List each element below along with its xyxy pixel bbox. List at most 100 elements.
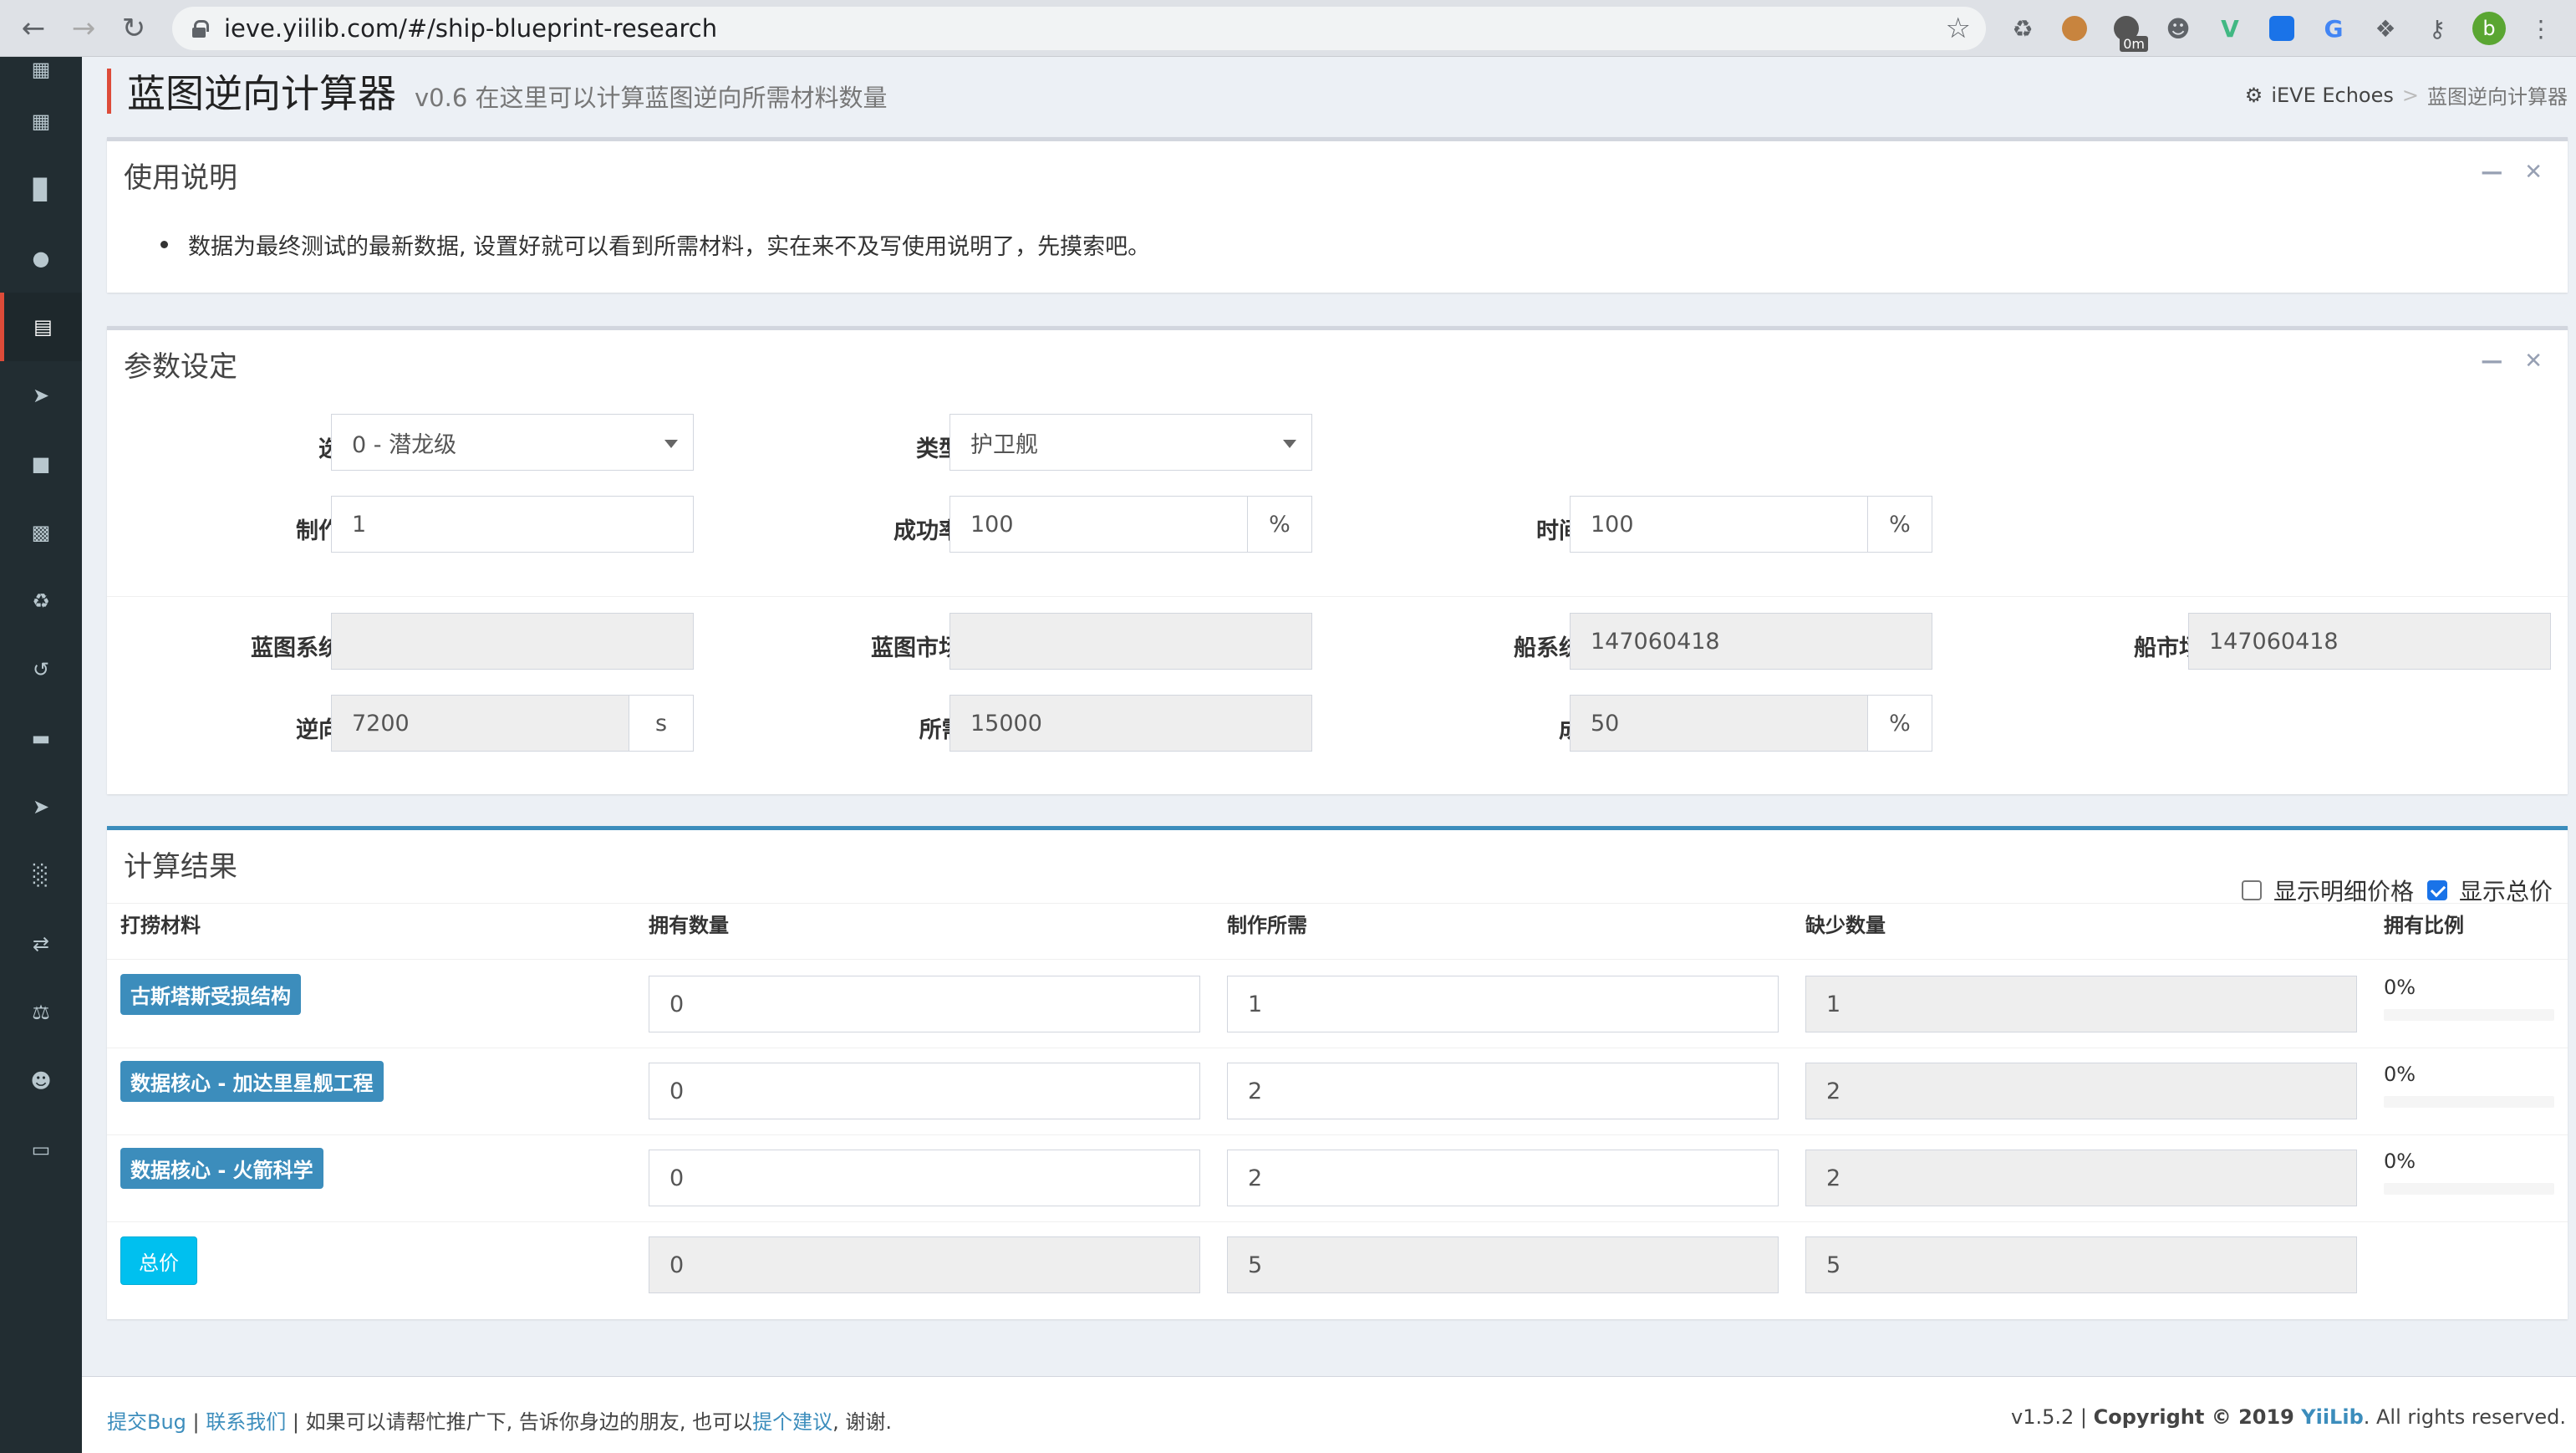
bookmark-star-icon[interactable]: ☆ — [1946, 12, 1971, 45]
show-total-price-label: 显示总价 — [2459, 878, 2553, 905]
ratio-progress-bar — [2384, 1183, 2554, 1195]
collapse-icon[interactable]: — — [2481, 160, 2502, 185]
ratio-progress-bar — [2384, 1096, 2554, 1108]
ship-select[interactable]: 0 - 潜龙级 — [331, 414, 694, 471]
show-detail-price-checkbox[interactable] — [2242, 880, 2262, 900]
submit-bug-link[interactable]: 提交Bug — [107, 1410, 186, 1434]
key-icon[interactable]: ⚷ — [2417, 8, 2457, 48]
table-icon[interactable]: ▦ — [0, 87, 82, 155]
contact-us-link[interactable]: 联系我们 — [206, 1410, 286, 1434]
puzzle-extensions-icon[interactable]: ❖ — [2365, 8, 2405, 48]
required-input[interactable]: 1 — [1227, 976, 1779, 1032]
owned-input[interactable]: 0 — [649, 1063, 1200, 1119]
cookie-extension-icon[interactable] — [2054, 8, 2095, 48]
title-accent-bar — [107, 69, 111, 114]
show-detail-price-toggle[interactable]: 显示明细价格 — [2242, 874, 2414, 907]
bar-chart-icon[interactable]: ░ — [0, 841, 82, 910]
success-rate-field: 50 — [1570, 695, 1869, 752]
table-row-divider — [107, 1221, 2568, 1222]
footer-thanks: , 谢谢. — [832, 1410, 893, 1434]
copyright-text: Copyright © 2019 — [2093, 1405, 2302, 1429]
retweet-icon[interactable]: ↺ — [0, 635, 82, 704]
show-detail-price-label: 显示明细价格 — [2273, 878, 2415, 905]
breadcrumb-separator: > — [2401, 83, 2419, 107]
recycle-extension-icon[interactable]: ♻ — [2003, 8, 2043, 48]
chevron-down-icon — [1283, 440, 1296, 448]
time-efficiency-input[interactable]: 100 — [1570, 496, 1869, 553]
plane-icon[interactable]: ➤ — [0, 772, 82, 841]
owned-input[interactable]: 0 — [649, 976, 1200, 1032]
ratio-text: 0% — [2384, 976, 2416, 999]
footer-left: 提交Bug | 联系我们 | 如果可以请帮忙推广下, 告诉你身边的朋友, 也可以… — [107, 1405, 892, 1435]
material-label: 古斯塔斯受损结构 — [120, 974, 301, 1015]
table-divider — [107, 903, 2568, 904]
browser-toolbar: ← → ↻ ieve.yiilib.com/#/ship-blueprint-r… — [0, 0, 2576, 57]
table-row-divider — [107, 1134, 2568, 1135]
total-required-field: 5 — [1227, 1236, 1779, 1293]
percent-addon: % — [1867, 496, 1932, 553]
footer: 提交Bug | 联系我们 | 如果可以请帮忙推广下, 告诉你身边的朋友, 也可以… — [82, 1376, 2576, 1453]
users-icon[interactable]: ☻ — [0, 1047, 82, 1115]
percent-addon: % — [1247, 496, 1312, 553]
breadcrumb-root[interactable]: iEVE Echoes — [2271, 84, 2394, 107]
cube-icon[interactable]: ■ — [0, 430, 82, 498]
extension-badge: 0m — [2120, 36, 2148, 52]
total-price-button[interactable]: 总价 — [120, 1236, 197, 1285]
show-total-price-toggle[interactable]: 显示总价 — [2427, 874, 2553, 907]
globe-icon[interactable]: ● — [0, 224, 82, 293]
balance-scale-icon[interactable]: ⚖ — [0, 978, 82, 1047]
owned-input[interactable]: 0 — [649, 1150, 1200, 1206]
timer-extension-icon[interactable]: 0m — [2106, 8, 2148, 52]
send-icon[interactable]: ➤ — [0, 361, 82, 430]
signal-icon[interactable]: ▉ — [0, 155, 82, 224]
total-owned-field: 0 — [649, 1236, 1200, 1293]
rate-multiplier-input[interactable]: 100 — [949, 496, 1249, 553]
missing-field: 1 — [1805, 976, 2357, 1032]
column-header-owned: 拥有数量 — [649, 914, 729, 937]
type-filter-select[interactable]: 护卫舰 — [949, 414, 1312, 471]
desktop-icon[interactable]: ▭ — [0, 1115, 82, 1184]
required-input[interactable]: 2 — [1227, 1150, 1779, 1206]
battery-icon[interactable]: ▬ — [0, 704, 82, 772]
results-title: 计算结果 — [124, 850, 237, 884]
quantity-input[interactable]: 1 — [331, 496, 694, 553]
chevron-down-icon — [664, 440, 678, 448]
research-time-field: 7200 — [331, 695, 630, 752]
lock-icon — [192, 20, 209, 38]
translate-extension-icon[interactable]: G — [2314, 8, 2354, 48]
address-bar[interactable]: ieve.yiilib.com/#/ship-blueprint-researc… — [172, 7, 1986, 50]
show-total-price-checkbox[interactable] — [2427, 880, 2447, 900]
user-extension-icon[interactable]: ☻ — [2158, 8, 2198, 48]
recycle-icon[interactable]: ♻ — [0, 567, 82, 635]
ratio-text: 0% — [2384, 1150, 2416, 1173]
footer-separator: | — [186, 1410, 206, 1434]
params-box: 参数设定 — ✕ 选择船 0 - 潜龙级 类型筛选 护卫舰 制作数量 1 成功率… — [107, 326, 2568, 794]
vue-devtools-icon[interactable]: V — [2210, 8, 2250, 48]
file-icon[interactable]: ▤ — [0, 293, 82, 361]
menu-kebab-icon[interactable]: ⋮ — [2521, 8, 2561, 48]
breadcrumb: ⚙ iEVE Echoes > 蓝图逆向计算器 — [2245, 80, 2568, 110]
close-icon[interactable]: ✕ — [2524, 349, 2543, 374]
close-icon[interactable]: ✕ — [2524, 160, 2543, 185]
reload-icon[interactable]: ↻ — [110, 5, 157, 52]
url-text: ieve.yiilib.com/#/ship-blueprint-researc… — [224, 14, 718, 43]
suggestion-link[interactable]: 提个建议 — [752, 1410, 832, 1434]
results-box: 计算结果 显示明细价格 显示总价 打捞材料 拥有数量 制作所需 缺少数量 拥有比… — [107, 826, 2568, 1319]
column-header-missing: 缺少数量 — [1805, 914, 1886, 937]
profile-avatar[interactable]: b — [2469, 8, 2509, 48]
collapse-icon[interactable]: — — [2481, 349, 2502, 374]
sidebar: ▦ ▦ ▉ ● ▤ ➤ ■ ▩ ♻ ↺ ▬ ➤ ░ ⇄ ⚖ ☻ ▭ — [0, 57, 82, 1453]
table-divider — [107, 959, 2568, 960]
material-label: 数据核心 - 加达里星舰工程 — [120, 1061, 384, 1102]
ship-market-price-field: 147060418 — [2188, 613, 2551, 670]
rights-text: . All rights reserved. — [2363, 1405, 2566, 1429]
required-input[interactable]: 2 — [1227, 1063, 1779, 1119]
blueprint-market-price-field — [949, 613, 1312, 670]
cubes-icon[interactable]: ▩ — [0, 498, 82, 567]
material-label: 数据核心 - 火箭科学 — [120, 1148, 323, 1189]
exchange-icon[interactable]: ⇄ — [0, 910, 82, 978]
camera-extension-icon[interactable] — [2262, 8, 2302, 48]
brand-link[interactable]: YiiLib — [2301, 1405, 2364, 1429]
isk-field: 15000 — [949, 695, 1312, 752]
page-title: 蓝图逆向计算器 — [127, 71, 396, 116]
